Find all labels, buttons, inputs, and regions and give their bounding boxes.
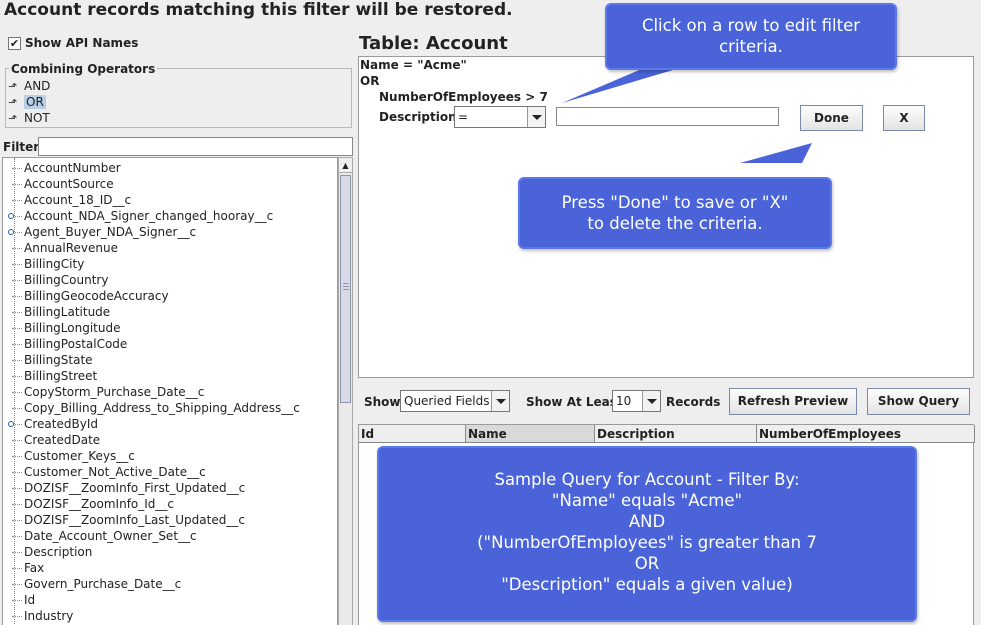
column-header-name[interactable]: Name [466,425,595,443]
delete-criteria-button[interactable]: X [883,105,925,131]
chevron-down-icon[interactable] [642,391,660,411]
column-header-id[interactable]: Id [359,425,466,443]
field-list-item[interactable]: CreatedById [3,416,337,432]
show-api-names-checkbox[interactable]: ✔ [8,37,21,50]
field-list-item[interactable]: Govern_Purchase_Date__c [3,576,337,592]
field-list-item[interactable]: Description [3,544,337,560]
field-list-item[interactable]: Copy_Billing_Address_to_Shipping_Address… [3,400,337,416]
field-list-item[interactable]: Customer_Not_Active_Date__c [3,464,337,480]
field-list-item[interactable]: AccountNumber [3,160,337,176]
field-list-item[interactable]: CopyStorm_Purchase_Date__c [3,384,337,400]
chevron-down-icon[interactable] [491,391,509,411]
records-label: Records [666,395,721,409]
filter-input[interactable] [38,137,353,156]
field-list-item[interactable]: Id [3,592,337,608]
criteria-row-or[interactable]: OR [360,74,379,88]
show-query-button[interactable]: Show Query [867,388,970,415]
field-list-item[interactable]: BillingLongitude [3,320,337,336]
callout-done-hint: Press "Done" to save or "X" to delete th… [518,177,832,249]
field-list-item[interactable]: DOZISF__ZoomInfo_Last_Updated__c [3,512,337,528]
combining-operators-panel [5,68,352,128]
field-list-scrollbar[interactable]: ▲ [338,157,353,625]
show-at-least-label: Show At Least [526,395,623,409]
column-header-employees[interactable]: NumberOfEmployees [757,425,975,443]
show-fields-select[interactable]: Queried Fields [400,390,510,412]
field-list-item[interactable]: BillingStreet [3,368,337,384]
field-list-item[interactable]: AccountSource [3,176,337,192]
field-list-item[interactable]: BillingGeocodeAccuracy [3,288,337,304]
field-list: AccountNumber AccountSource Account_18_ID_… [2,157,338,625]
combining-operators-title: Combining Operators [9,62,158,76]
field-list-item[interactable]: CreatedDate [3,432,337,448]
field-list-item[interactable]: BillingCountry [3,272,337,288]
field-list-item[interactable]: DOZISF__ZoomInfo_First_Updated__c [3,480,337,496]
field-list-item[interactable]: BillingState [3,352,337,368]
relationship-node-icon[interactable] [8,421,14,427]
field-list-item[interactable]: BillingLatitude [3,304,337,320]
column-header-description[interactable]: Description [595,425,757,443]
scrollbar-thumb[interactable] [340,175,351,403]
show-api-names-label: Show API Names [25,36,139,50]
refresh-preview-button[interactable]: Refresh Preview [729,388,857,415]
callout-sample-query: Sample Query for Account - Filter By: "N… [377,446,917,622]
field-list-item[interactable]: Customer_Keys__c [3,448,337,464]
operator-item-and[interactable]: ⬏ AND [8,79,50,94]
callout-row-edit: Click on a row to edit filter criteria. [605,3,897,70]
field-list-item[interactable]: BillingPostalCode [3,336,337,352]
field-list-item[interactable]: Fax [3,560,337,576]
table-title: Table: Account [359,33,508,54]
criteria-row-employees[interactable]: NumberOfEmployees > 7 [379,90,548,104]
record-count-select[interactable]: 10 [612,390,661,412]
relationship-node-icon[interactable] [8,213,14,219]
scroll-up-icon[interactable]: ▲ [339,158,352,173]
page-header-title: Account records matching this filter wil… [4,0,513,20]
operator-item-or[interactable]: ⬏ OR [8,95,46,110]
criteria-edit-field-label: Description [379,110,457,124]
callout-pointer-done [740,143,812,163]
field-list-item[interactable]: Account_NDA_Signer_changed_hooray__c [3,208,337,224]
field-list-item[interactable]: Industry [3,608,337,624]
field-list-item[interactable]: Date_Account_Owner_Set__c [3,528,337,544]
field-list-item[interactable]: AnnualRevenue [3,240,337,256]
relationship-node-icon[interactable] [8,229,14,235]
operator-arrow-icon: ⬏ [8,80,18,93]
field-list-item[interactable]: DOZISF__ZoomInfo_Id__c [3,496,337,512]
field-list-item[interactable]: BillingCity [3,256,337,272]
criteria-row-name[interactable]: Name = "Acme" [360,58,467,72]
field-list-item[interactable]: Agent_Buyer_NDA_Signer__c [3,224,337,240]
criteria-operator-select[interactable]: = [454,106,546,128]
operator-arrow-icon: ⬏ [8,112,18,125]
field-list-item[interactable]: Account_18_ID__c [3,192,337,208]
callout-pointers [562,62,812,163]
operator-item-not[interactable]: ⬏ NOT [8,111,50,126]
operator-arrow-icon: ⬏ [8,96,18,109]
